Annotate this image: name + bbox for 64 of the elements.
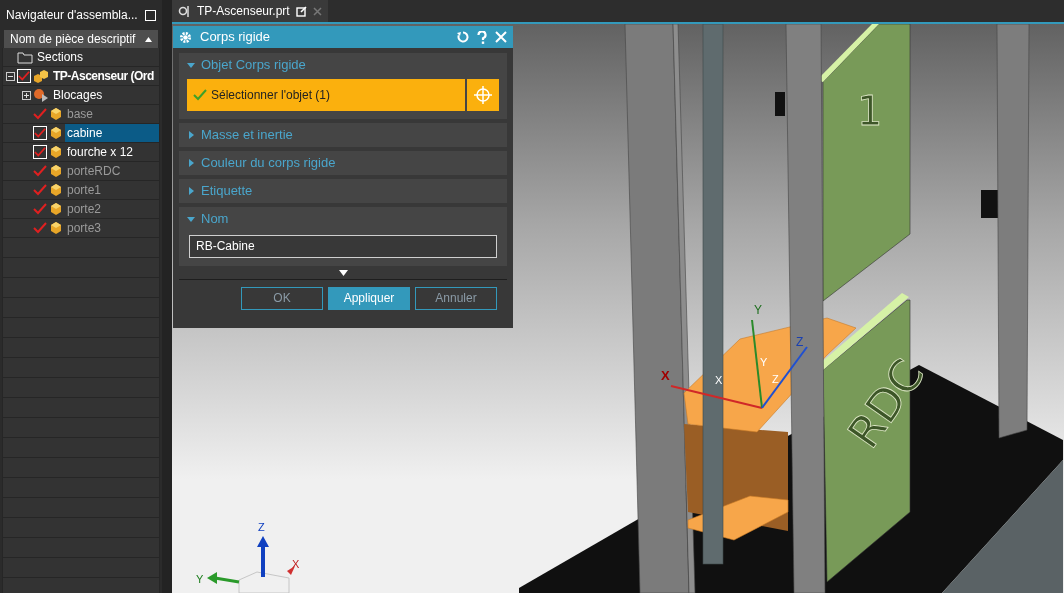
axis-label: X [715,374,723,386]
dialog-button[interactable]: Annuler [415,286,497,310]
tree-item[interactable]: cabine [65,124,159,142]
section-header[interactable]: Couleur du corps rigide [179,151,507,175]
visibility-checkbox[interactable] [33,183,47,197]
cube-icon [49,164,63,178]
axis-arrow [257,536,269,577]
more-options-icon[interactable] [338,269,348,276]
panel-number: 1 [857,88,883,134]
document-tab[interactable]: TP-Ascenseur.prt [172,0,328,22]
folder-icon [17,50,33,64]
caret-right-icon [187,159,195,167]
cube-icon [49,183,63,197]
section-header[interactable]: Nom [179,207,507,231]
assembly-icon [33,68,49,84]
cube-icon [49,145,63,159]
axis-arrow [207,572,240,584]
axis-label: Z [772,373,779,385]
section-header[interactable]: Masse et inertie [179,123,507,147]
close-icon[interactable] [312,6,322,16]
visibility-checkbox[interactable] [33,202,47,216]
edit-icon[interactable] [295,5,307,17]
cube-icon [49,202,63,216]
section-header[interactable]: Etiquette [179,179,507,203]
reset-icon[interactable] [457,31,469,43]
axis-arrow [287,566,295,575]
column-header[interactable]: Nom de pièce descriptif [4,30,158,48]
cube-icon [49,126,63,140]
axis-label: Y [760,356,768,368]
crosshair-icon [473,85,493,105]
expand-icon[interactable] [22,90,31,100]
maximize-icon[interactable] [145,9,156,21]
caret-right-icon [187,187,195,195]
collapse-icon[interactable] [6,71,15,81]
select-object-field[interactable]: Sélectionner l'objet (1) [187,79,465,111]
name-input-field[interactable]: RB-Cabine [189,234,497,258]
axis-label: Y [754,303,762,317]
axis-label: X [661,368,670,383]
gear-icon [179,30,192,44]
crosshair-button[interactable] [467,79,499,111]
caret-right-icon [187,131,195,139]
cube-icon [49,221,63,235]
cube-icon [49,107,63,121]
dialog-button[interactable]: OK [241,286,323,310]
panel-title: Navigateur d'assembla... [6,7,138,24]
caret-down-icon [187,215,195,223]
help-icon[interactable] [477,30,487,44]
visibility-checkbox[interactable] [33,107,47,121]
sort-arrow-icon[interactable] [145,36,152,42]
view-cube[interactable] [238,571,290,593]
dialog-button[interactable]: Appliquer [328,286,410,310]
caret-down-icon [187,61,195,69]
axis-label: X [292,558,300,570]
axis-label: Z [796,335,804,349]
check-icon [193,89,207,101]
dialog-title: Corps rigide [200,28,272,47]
visibility-checkbox[interactable] [33,221,47,235]
bracket [775,92,785,116]
axis-label: Y [196,573,204,585]
section-header[interactable]: Objet Corps rigide [179,53,507,77]
constraint-icon [33,88,49,102]
part-file-icon [178,4,191,18]
axis-label: Z [258,521,265,533]
visibility-checkbox[interactable] [33,164,47,178]
